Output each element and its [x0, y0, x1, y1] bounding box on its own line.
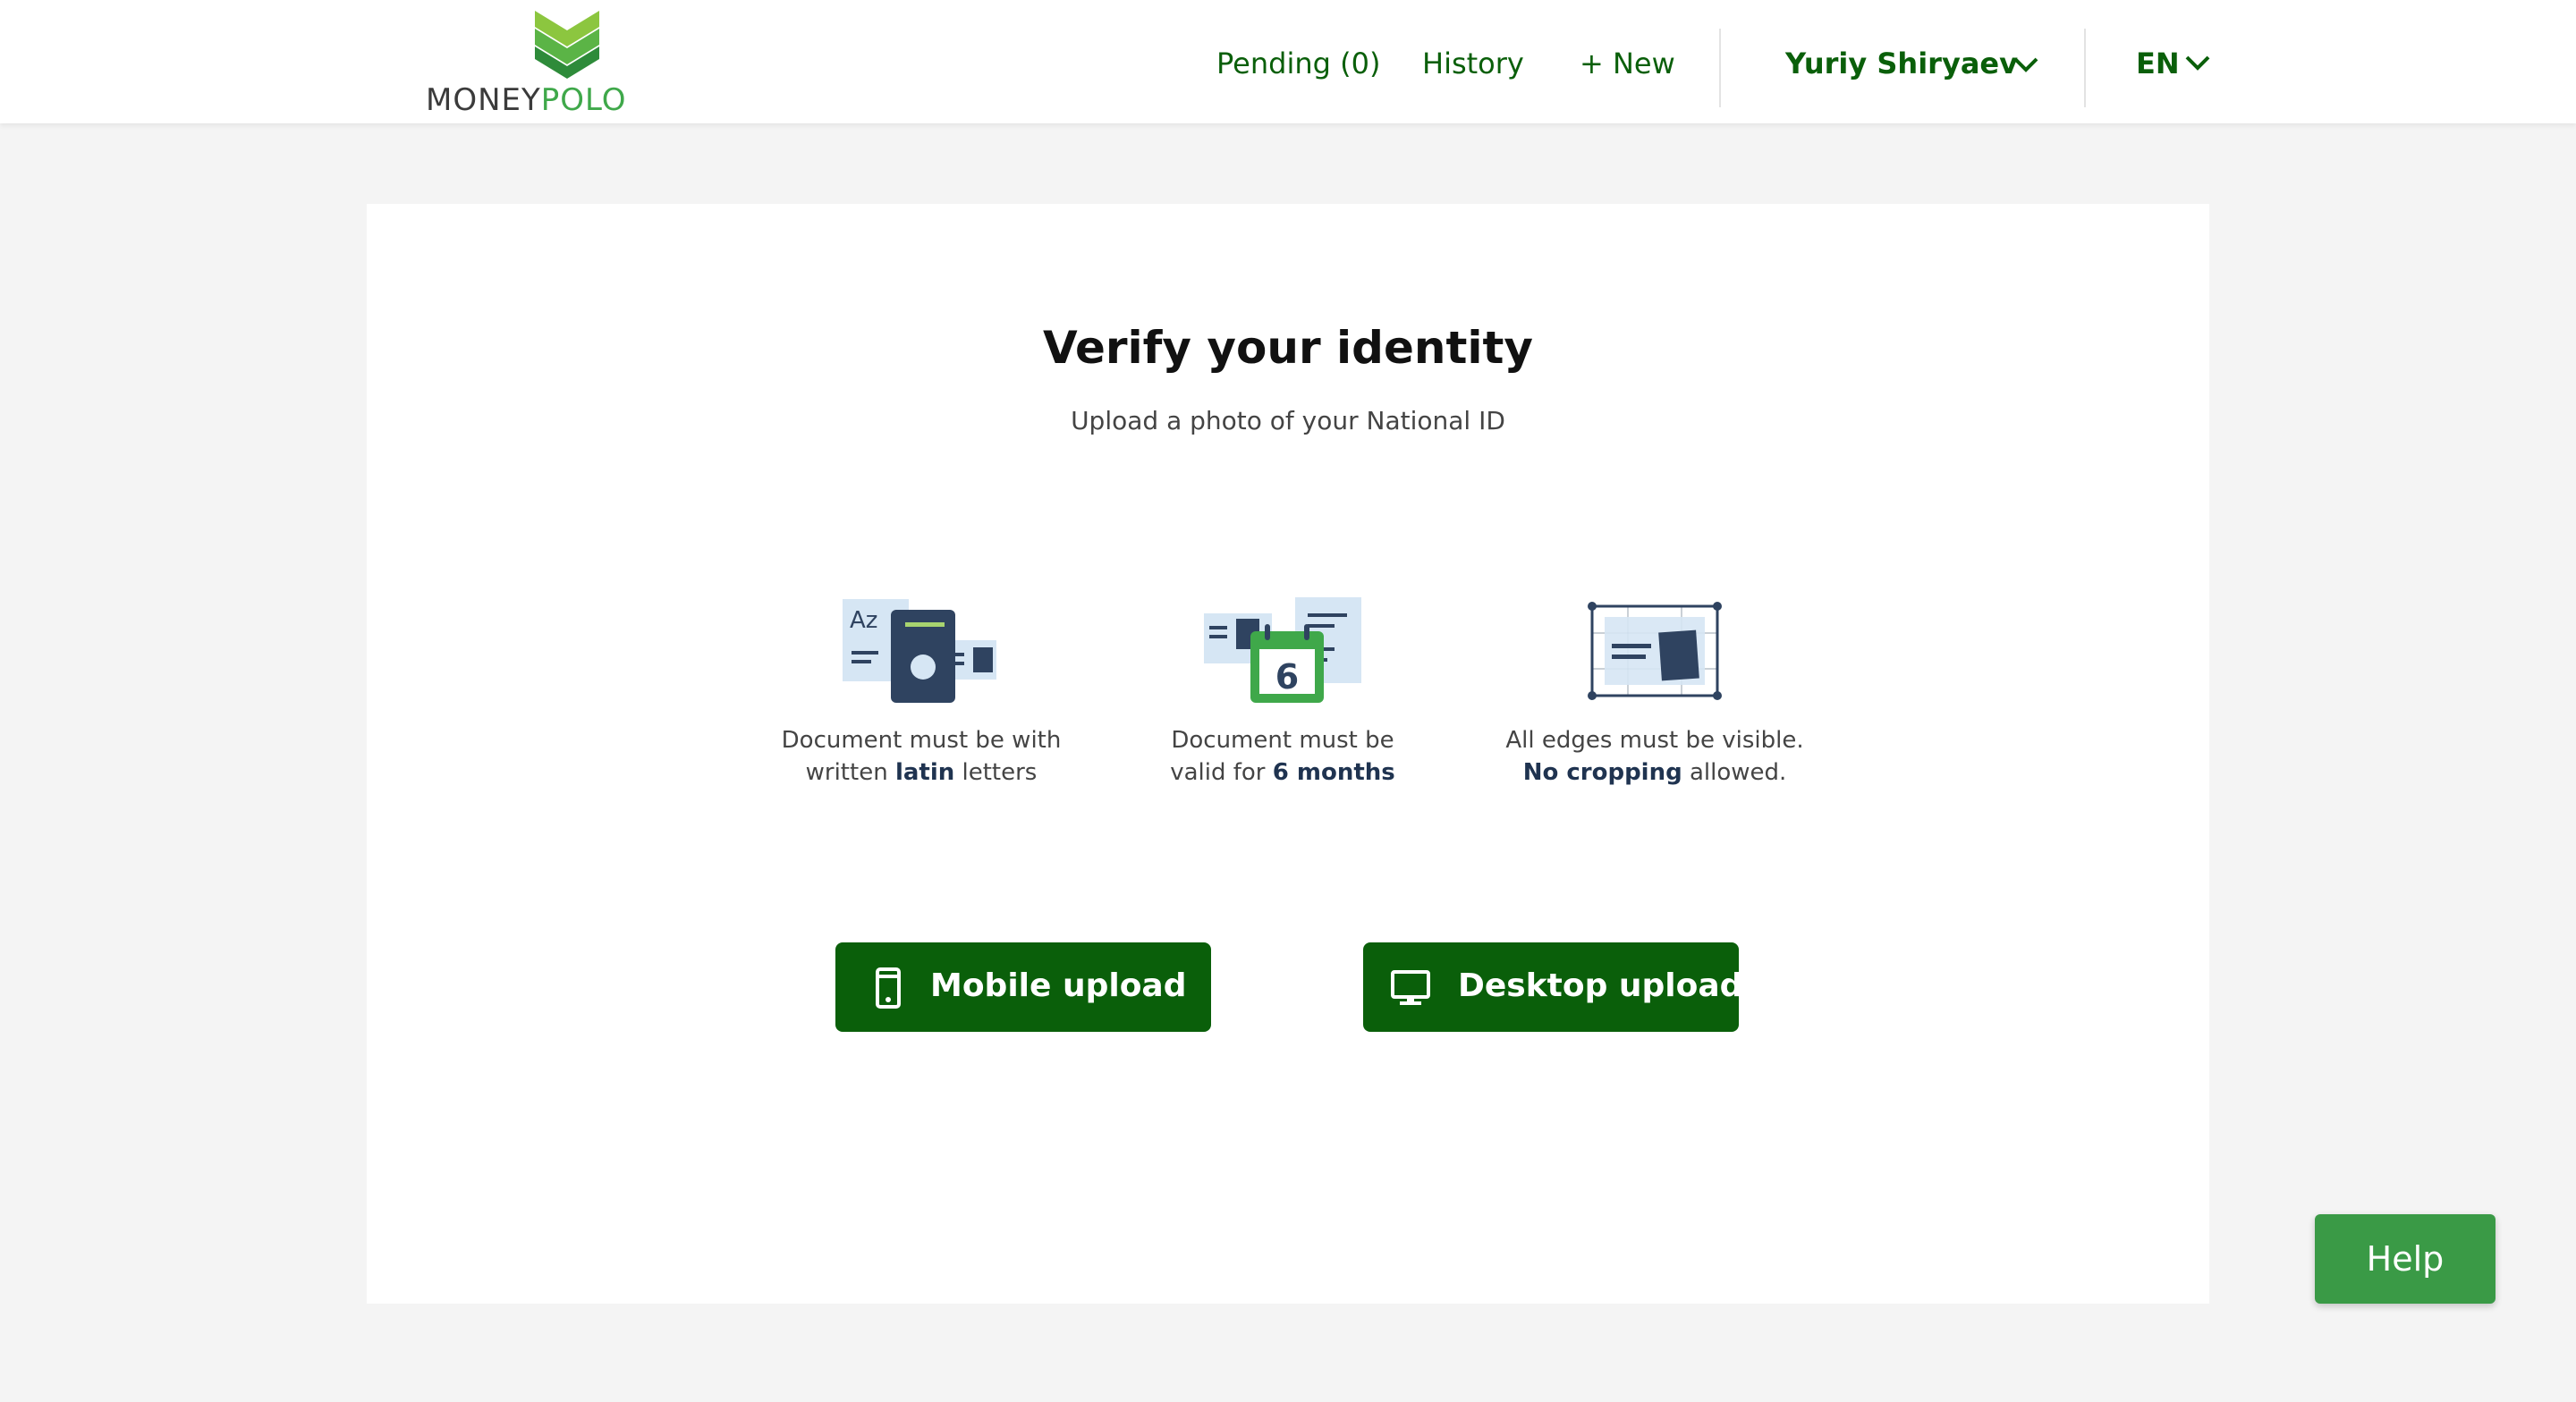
page-title: Verify your identity — [1043, 322, 1533, 374]
chevron-down-icon[interactable] — [2012, 55, 2039, 73]
user-menu[interactable]: Yuriy Shiryaev — [1785, 46, 2018, 80]
desktop-monitor-icon — [1391, 970, 1430, 1005]
user-name: Yuriy Shiryaev — [1785, 46, 2018, 80]
nav-pending[interactable]: Pending (0) — [1216, 46, 1380, 80]
svg-text:Az: Az — [850, 607, 877, 634]
desktop-upload-label: Desktop upload — [1458, 967, 1743, 1004]
requirement-line2-end: allowed. — [1682, 759, 1787, 786]
passport-latin-icon: Az — [843, 599, 996, 703]
logo-wordmark: MONEYPOLO — [426, 82, 627, 118]
desktop-upload-button[interactable]: Desktop upload — [1363, 942, 1743, 1032]
mobile-phone-icon — [876, 967, 901, 1009]
requirement-line2-end: letters — [954, 759, 1038, 786]
header-divider — [2084, 29, 2086, 107]
calendar-validity-icon: 6 — [1204, 597, 1361, 703]
logo-chevron-icon — [535, 11, 599, 79]
requirement-line1: All edges must be visible. — [1505, 727, 1804, 754]
requirement-highlight: No cropping — [1522, 759, 1682, 786]
requirement-validity: 6 Document must be valid for 6 months — [1131, 594, 1435, 789]
nav-new[interactable]: + New — [1580, 46, 1675, 80]
requirement-highlight: latin — [894, 759, 955, 786]
mobile-upload-label: Mobile upload — [930, 967, 1187, 1004]
moneypolo-logo[interactable]: MONEYPOLO — [426, 11, 708, 118]
language-label: EN — [2136, 46, 2180, 80]
requirement-line2: written — [805, 759, 895, 786]
help-button[interactable]: Help — [2315, 1214, 2496, 1304]
chevron-down-icon[interactable] — [2184, 54, 2211, 72]
calendar-day-label: 6 — [1275, 657, 1299, 697]
language-selector[interactable]: EN — [2136, 46, 2180, 80]
requirement-line2: valid for — [1170, 759, 1273, 786]
requirement-latin-letters: Az Document must be with written latin l… — [769, 594, 1073, 789]
requirement-edges: All edges must be visible. No cropping a… — [1503, 594, 1807, 789]
requirement-line1: Document must be with — [781, 727, 1062, 754]
requirement-highlight: 6 months — [1272, 759, 1395, 786]
requirement-line1: Document must be — [1171, 727, 1394, 754]
document-edges-icon — [1588, 602, 1722, 700]
nav-history[interactable]: History — [1422, 46, 1524, 80]
header-divider — [1719, 29, 1721, 107]
page-subtitle: Upload a photo of your National ID — [1071, 406, 1505, 435]
top-header: MONEYPOLO Pending (0) History + New Yuri… — [0, 0, 2576, 123]
mobile-upload-button[interactable]: Mobile upload — [835, 942, 1211, 1032]
